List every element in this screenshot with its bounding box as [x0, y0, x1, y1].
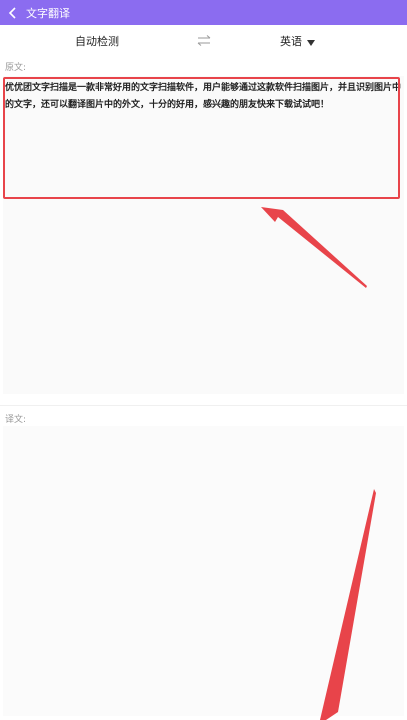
annotation-arrows [261, 207, 376, 720]
annotation-arrow-upper [261, 207, 367, 288]
annotation-arrow-lower [320, 489, 376, 720]
